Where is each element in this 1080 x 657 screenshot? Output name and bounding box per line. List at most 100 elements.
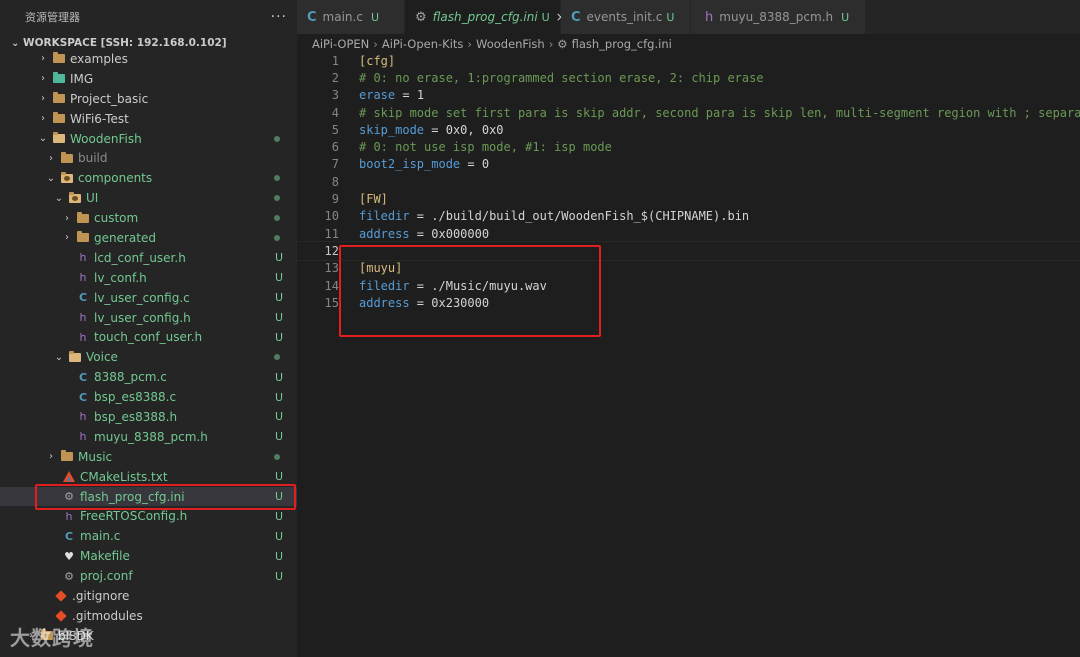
tree-item-label: Voice xyxy=(86,350,118,365)
folder-icon xyxy=(52,92,66,105)
folder-icon xyxy=(60,450,74,463)
c-file-icon: C xyxy=(571,9,581,25)
code-line: 8 xyxy=(297,173,1080,190)
value-token: ./build/build_out/WoodenFish_$(CHIPNAME)… xyxy=(431,209,750,224)
tree-folder-generated[interactable]: › generated xyxy=(0,228,297,248)
git-status-badge: U xyxy=(274,311,283,325)
tree-folder-examples[interactable]: › examples xyxy=(0,49,297,69)
breadcrumb: AiPi-OPEN › AiPi-Open-Kits › WoodenFish … xyxy=(297,34,1080,53)
tree-item-label: custom xyxy=(94,211,139,226)
explorer-sidebar: 资源管理器 ··· ⌄ WORKSPACE [SSH: 192.168.0.10… xyxy=(0,0,297,657)
git-status-badge: U xyxy=(274,370,283,384)
gear-icon: ⚙ xyxy=(415,9,427,25)
git-status-badge: U xyxy=(274,410,283,424)
line-number: 3 xyxy=(331,88,339,103)
highlight-box-code xyxy=(339,245,601,337)
tree-file-main-c[interactable]: C main.c U xyxy=(0,526,297,546)
chevron-right-icon: › xyxy=(41,93,45,105)
tree-folder-components[interactable]: ⌄ components xyxy=(0,168,297,188)
folder-open-icon xyxy=(60,171,74,185)
tree-item-label: .gitignore xyxy=(72,588,130,603)
value-token: 1 xyxy=(416,88,425,103)
tree-folder-build[interactable]: › build xyxy=(0,148,297,168)
code-line: 2 # 0: no erase, 1:programmed section er… xyxy=(297,69,1080,86)
comment-token: # 0: not use isp mode, #1: isp mode xyxy=(359,140,612,155)
tree-file-lv-user-config-h[interactable]: h lv_user_config.h U xyxy=(0,308,297,328)
tree-file-lv-user-config-c[interactable]: C lv_user_config.c U xyxy=(0,288,297,308)
code-line: 10 filedir = ./build/build_out/WoodenFis… xyxy=(297,208,1080,225)
chevron-down-icon: ⌄ xyxy=(54,192,64,204)
line-number: 7 xyxy=(331,157,339,172)
tree-file-8388-pcm-c[interactable]: C 8388_pcm.c U xyxy=(0,367,297,387)
equals-token: = xyxy=(409,226,432,241)
more-actions-icon[interactable]: ··· xyxy=(271,9,287,25)
tab-flash-prog-cfg-ini[interactable]: ⚙ flash_prog_cfg.ini U × xyxy=(405,0,566,34)
line-number: 10 xyxy=(324,209,339,224)
highlight-box-file xyxy=(35,484,296,510)
breadcrumb-item[interactable]: WoodenFish xyxy=(476,37,545,51)
breadcrumb-item[interactable]: flash_prog_cfg.ini xyxy=(572,37,672,51)
tree-item-label: examples xyxy=(70,51,128,66)
tree-folder-project-basic[interactable]: › Project_basic xyxy=(0,89,297,109)
gear-icon: ⚙ xyxy=(557,36,568,51)
h-file-icon: h xyxy=(79,410,87,424)
tree-item-label: muyu_8388_pcm.h xyxy=(94,429,208,444)
tab-label: events_init.c xyxy=(586,10,663,24)
tree-item-label: .gitmodules xyxy=(72,608,143,623)
breadcrumb-item[interactable]: AiPi-Open-Kits xyxy=(382,37,464,51)
tree-item-label: main.c xyxy=(80,529,121,544)
tree-folder-woodenfish[interactable]: ⌄ WoodenFish xyxy=(0,129,297,149)
section-token: [cfg] xyxy=(359,53,396,68)
git-icon xyxy=(54,609,68,622)
git-status-badge: U xyxy=(274,549,283,563)
tree-file-touch-conf-user-h[interactable]: h touch_conf_user.h U xyxy=(0,327,297,347)
modified-dot-icon xyxy=(274,135,280,142)
tree-folder-ui[interactable]: ⌄ UI xyxy=(0,188,297,208)
section-token: [FW] xyxy=(359,192,388,207)
explorer-header: 资源管理器 ··· xyxy=(0,0,297,34)
git-status-badge: U xyxy=(274,430,283,444)
tree-folder-voice[interactable]: ⌄ Voice xyxy=(0,347,297,367)
editor-area: C main.c U ⚙ flash_prog_cfg.ini U × C ev… xyxy=(296,0,1080,657)
modified-dot-icon xyxy=(274,453,280,460)
tab-muyu-8388-pcm-h[interactable]: h muyu_8388_pcm.h U xyxy=(691,0,866,34)
h-file-icon: h xyxy=(65,509,73,523)
tree-file-bsp-es8388-c[interactable]: C bsp_es8388.c U xyxy=(0,387,297,407)
code-line: 3 erase = 1 xyxy=(297,87,1080,104)
git-status-badge: U xyxy=(274,470,283,484)
git-status-badge: U xyxy=(274,390,283,404)
tree-file-bsp-es8388-h[interactable]: h bsp_es8388.h U xyxy=(0,407,297,427)
tree-item-label: 8388_pcm.c xyxy=(94,370,167,385)
tree-file-lcd-conf-user-h[interactable]: h lcd_conf_user.h U xyxy=(0,248,297,268)
value-token: 0x0, 0x0 xyxy=(445,122,504,137)
tree-file-proj-conf[interactable]: ⚙ proj.conf U xyxy=(0,566,297,586)
tree-folder-music[interactable]: › Music xyxy=(0,447,297,467)
git-status-badge: U xyxy=(274,251,283,265)
tree-folder-custom[interactable]: › custom xyxy=(0,208,297,228)
code-line: 6 # 0: not use isp mode, #1: isp mode xyxy=(297,138,1080,155)
tree-file-lv-conf-h[interactable]: h lv_conf.h U xyxy=(0,268,297,288)
vscode-window: 资源管理器 ··· ⌄ WORKSPACE [SSH: 192.168.0.10… xyxy=(0,0,1080,657)
tree-file-makefile[interactable]: ♥ Makefile U xyxy=(0,546,297,566)
line-number: 6 xyxy=(331,140,339,155)
tab-events-init-c[interactable]: C events_init.c U xyxy=(561,0,691,34)
key-token: filedir xyxy=(359,209,410,224)
file-tree: › examples › IMG › Project_basic › WiFi6… xyxy=(0,49,297,646)
chevron-right-icon: › xyxy=(41,113,45,125)
tab-main-c[interactable]: C main.c U xyxy=(297,0,405,34)
chevron-right-icon: › xyxy=(65,212,69,224)
git-status-badge: U xyxy=(274,271,283,285)
breadcrumb-item[interactable]: AiPi-OPEN xyxy=(312,37,369,51)
chevron-down-icon: ⌄ xyxy=(38,133,48,144)
tree-file-gitignore[interactable]: .gitignore xyxy=(0,586,297,606)
tree-folder-wifi6-test[interactable]: › WiFi6-Test xyxy=(0,109,297,129)
chevron-down-icon: ⌄ xyxy=(11,37,20,49)
h-file-icon: h xyxy=(705,9,714,25)
code-line: 5 skip_mode = 0x0, 0x0 xyxy=(297,121,1080,138)
chevron-right-icon: › xyxy=(41,73,45,85)
chevron-right-icon: › xyxy=(467,36,472,51)
tree-folder-img[interactable]: › IMG xyxy=(0,69,297,89)
tree-file-muyu-8388-pcm-h[interactable]: h muyu_8388_pcm.h U xyxy=(0,427,297,447)
tree-item-label: lv_user_config.c xyxy=(94,290,190,305)
tree-item-label: touch_conf_user.h xyxy=(94,330,203,345)
